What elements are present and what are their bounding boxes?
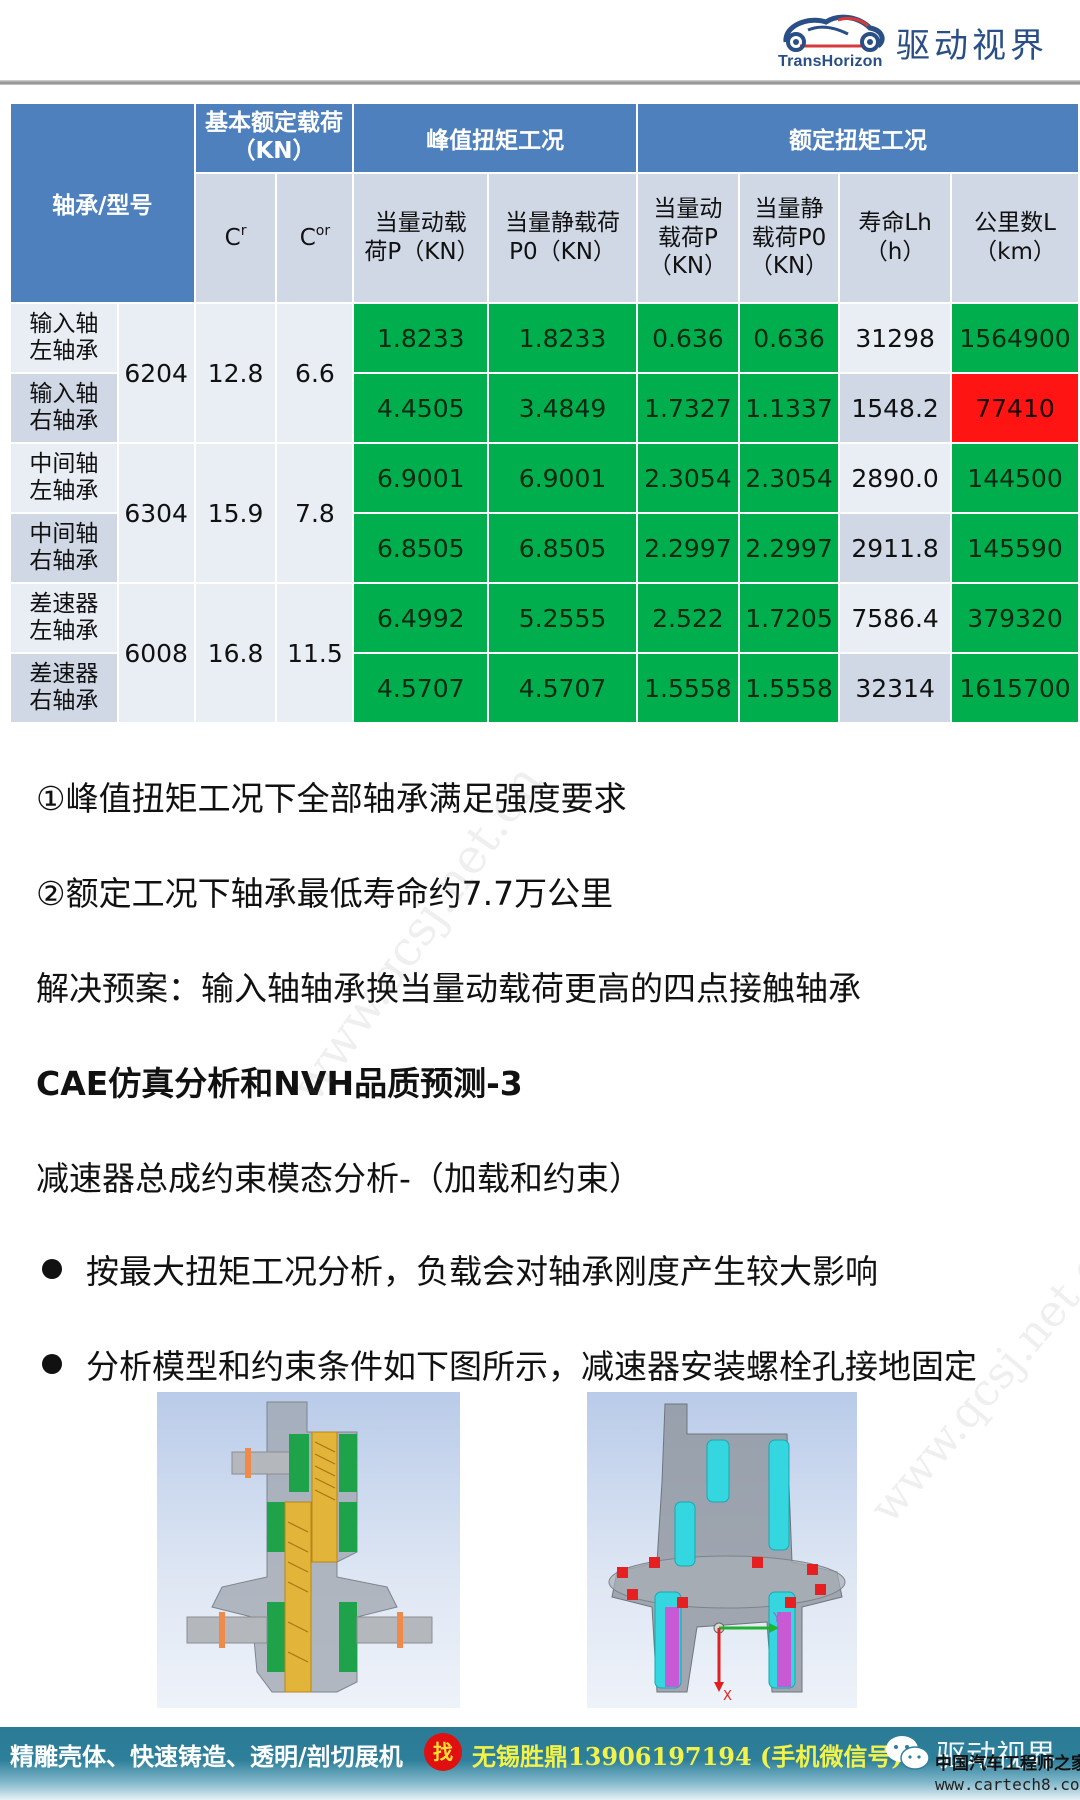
bearing-name: 中间轴左轴承 bbox=[11, 444, 117, 512]
page-header: TransHorizon 驱动视界 bbox=[0, 0, 1080, 85]
logo-text-en: TransHorizon bbox=[778, 53, 883, 70]
reducer-constraint-figure: Y X bbox=[587, 1392, 857, 1708]
life-km-value: 379320 bbox=[952, 584, 1078, 652]
bullet-text: 按最大扭矩工况分析，负载会对轴承刚度产生较大影响 bbox=[86, 1252, 878, 1291]
section-subtitle: 减速器总成约束模态分析-（加载和约束） bbox=[36, 1159, 642, 1198]
reducer-constraint-illustration: Y X bbox=[608, 1403, 846, 1704]
banner-badge: 找 bbox=[424, 1733, 462, 1771]
header-peak-dynamic-load: 当量动载荷P（KN） bbox=[354, 174, 488, 302]
bullet-icon bbox=[42, 1259, 62, 1279]
life-km-value: 1564900 bbox=[952, 304, 1078, 372]
bearing-model: 6304 bbox=[118, 444, 194, 582]
header-divider bbox=[0, 80, 1080, 85]
rated-p0-value: 2.3054 bbox=[739, 444, 839, 512]
site-watermark-cn: 中国汽车工程师之家 bbox=[935, 1754, 1080, 1774]
life-hours-value: 32314 bbox=[840, 654, 951, 722]
section-title: CAE仿真分析和NVH品质预测-3 bbox=[36, 1064, 523, 1103]
reducer-section-figure bbox=[157, 1392, 460, 1708]
peak-p-value: 4.4505 bbox=[354, 374, 488, 442]
conclusion-2: ②额定工况下轴承最低寿命约7.7万公里 bbox=[36, 874, 614, 913]
life-hours-value: 31298 bbox=[840, 304, 951, 372]
bearing-name: 输入轴左轴承 bbox=[11, 304, 117, 372]
bullet-item: 按最大扭矩工况分析，负载会对轴承刚度产生较大影响 bbox=[36, 1245, 878, 1293]
life-km-value-fail: 77410 bbox=[952, 374, 1078, 442]
cr-value: 12.8 bbox=[195, 304, 276, 442]
banner-contact: 无锡胜鼎13906197194 (手机微信号) bbox=[472, 1742, 903, 1771]
solution-text: 解决预案：输入轴轴承换当量动载荷更高的四点接触轴承 bbox=[36, 969, 861, 1008]
life-km-value: 144500 bbox=[952, 444, 1078, 512]
wechat-icon bbox=[886, 1736, 930, 1770]
cr-value: 15.9 bbox=[195, 444, 276, 582]
peak-p-value: 6.8505 bbox=[354, 514, 488, 582]
axis-label-x: X bbox=[723, 1689, 732, 1704]
peak-p0-value: 4.5707 bbox=[489, 654, 636, 722]
life-km-value: 145590 bbox=[952, 514, 1078, 582]
header-life-hours: 寿命Lh（h） bbox=[840, 174, 951, 302]
logo-text-cn: 驱动视界 bbox=[896, 26, 1048, 66]
bearing-name: 差速器右轴承 bbox=[11, 654, 117, 722]
header-cr: Cr bbox=[195, 174, 276, 302]
reducer-section-illustration bbox=[186, 1401, 433, 1693]
bearing-model: 6204 bbox=[118, 304, 194, 442]
rated-p0-value: 1.7205 bbox=[739, 584, 839, 652]
cor-value: 11.5 bbox=[277, 584, 353, 722]
rated-p-value: 1.5558 bbox=[637, 654, 738, 722]
bearing-name: 输入轴右轴承 bbox=[11, 374, 117, 442]
rated-p-value: 2.2997 bbox=[637, 514, 738, 582]
header-peak-torque: 峰值扭矩工况 bbox=[354, 104, 636, 172]
header-peak-static-load: 当量静载荷P0（KN） bbox=[489, 174, 636, 302]
table-row: 中间轴左轴承 6304 15.9 7.8 6.9001 6.9001 2.305… bbox=[11, 444, 1078, 582]
site-watermark-url: www.cartech8.com bbox=[935, 1775, 1080, 1794]
rated-p-value: 2.3054 bbox=[637, 444, 738, 512]
rated-p0-value: 2.2997 bbox=[739, 514, 839, 582]
peak-p-value: 6.9001 bbox=[354, 444, 488, 512]
bullet-icon bbox=[42, 1354, 62, 1374]
peak-p0-value: 6.8505 bbox=[489, 514, 636, 582]
life-km-value: 1615700 bbox=[952, 654, 1078, 722]
axis-label-y: Y bbox=[772, 1611, 781, 1626]
bullet-text: 分析模型和约束条件如下图所示，减速器安装螺栓孔接地固定 bbox=[86, 1347, 977, 1386]
header-basic-rated-load: 基本额定载荷（KN） bbox=[195, 104, 353, 172]
header-cor: Cor bbox=[277, 174, 353, 302]
header-rated-static-load: 当量静载荷P0（KN） bbox=[739, 174, 839, 302]
bearing-life-table: 轴承/型号 基本额定载荷（KN） 峰值扭矩工况 额定扭矩工况 Cr Cor 当量… bbox=[9, 102, 1080, 724]
rated-p0-value: 1.5558 bbox=[739, 654, 839, 722]
peak-p-value: 6.4992 bbox=[354, 584, 488, 652]
header-rated-torque: 额定扭矩工况 bbox=[637, 104, 1078, 172]
banner-services: 精雕壳体、快速铸造、透明/剖切展机 bbox=[10, 1742, 403, 1771]
bearing-model: 6008 bbox=[118, 584, 194, 722]
peak-p-value: 4.5707 bbox=[354, 654, 488, 722]
bearing-name: 差速器左轴承 bbox=[11, 584, 117, 652]
peak-p0-value: 6.9001 bbox=[489, 444, 636, 512]
cor-value: 7.8 bbox=[277, 444, 353, 582]
bullet-item: 分析模型和约束条件如下图所示，减速器安装螺栓孔接地固定 bbox=[36, 1340, 977, 1388]
cr-value: 16.8 bbox=[195, 584, 276, 722]
ad-banner: 精雕壳体、快速铸造、透明/剖切展机 找 无锡胜鼎13906197194 (手机微… bbox=[0, 1727, 1080, 1800]
peak-p0-value: 1.8233 bbox=[489, 304, 636, 372]
peak-p-value: 1.8233 bbox=[354, 304, 488, 372]
life-hours-value: 7586.4 bbox=[840, 584, 951, 652]
rated-p-value: 2.522 bbox=[637, 584, 738, 652]
header-life-km: 公里数L（km） bbox=[952, 174, 1078, 302]
cor-value: 6.6 bbox=[277, 304, 353, 442]
peak-p0-value: 5.2555 bbox=[489, 584, 636, 652]
header-bearing-model: 轴承/型号 bbox=[11, 104, 194, 302]
rated-p-value: 0.636 bbox=[637, 304, 738, 372]
peak-p0-value: 3.4849 bbox=[489, 374, 636, 442]
table-row: 输入轴左轴承 6204 12.8 6.6 1.8233 1.8233 0.636… bbox=[11, 304, 1078, 442]
header-rated-dynamic-load: 当量动载荷P（KN） bbox=[637, 174, 738, 302]
life-hours-value: 1548.2 bbox=[840, 374, 951, 442]
table-row: 差速器左轴承 6008 16.8 11.5 6.4992 5.2555 2.52… bbox=[11, 584, 1078, 722]
rated-p0-value: 0.636 bbox=[739, 304, 839, 372]
rated-p-value: 1.7327 bbox=[637, 374, 738, 442]
life-hours-value: 2911.8 bbox=[840, 514, 951, 582]
brand-logo: TransHorizon 驱动视界 bbox=[778, 10, 1050, 72]
rated-p0-value: 1.1337 bbox=[739, 374, 839, 442]
life-hours-value: 2890.0 bbox=[840, 444, 951, 512]
bearing-name: 中间轴右轴承 bbox=[11, 514, 117, 582]
car-logo-icon bbox=[783, 14, 885, 52]
